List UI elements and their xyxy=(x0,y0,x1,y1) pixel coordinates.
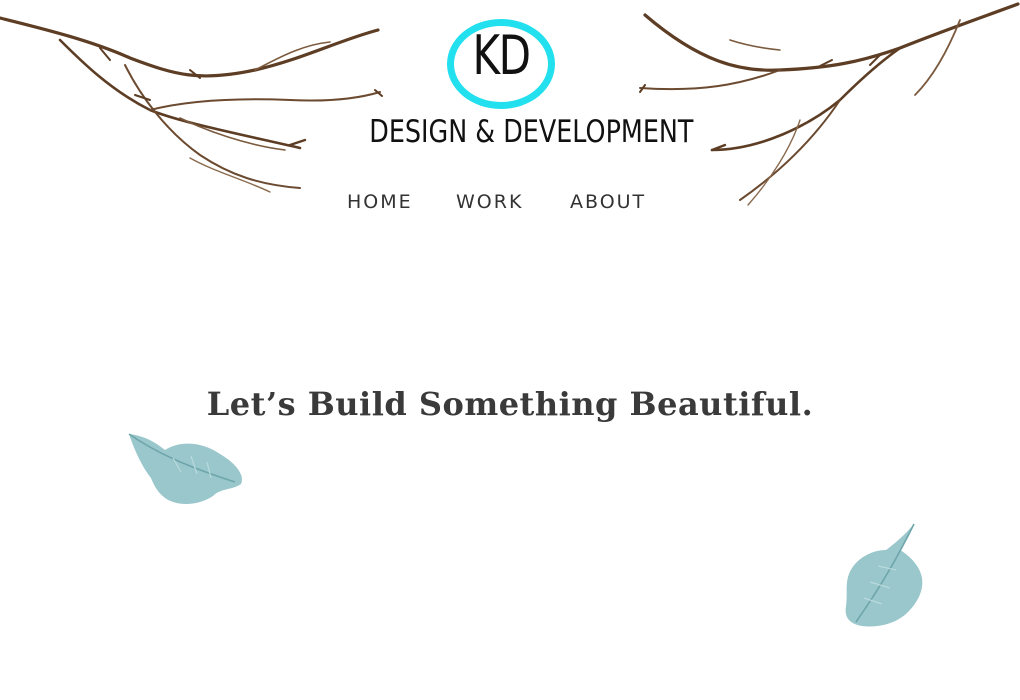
leaf-icon xyxy=(128,433,243,504)
hero-headline: Let’s Build Something Beautiful. xyxy=(206,385,814,424)
left-branch-icon xyxy=(0,16,380,78)
leaf-icon xyxy=(845,523,923,627)
logo-monogram: KD xyxy=(472,24,531,87)
nav-work-link[interactable]: WORK xyxy=(449,188,563,218)
main-nav: HOME WORK ABOUT xyxy=(340,188,677,218)
site-logo[interactable]: KD DESIGN & DEVELOPMENT xyxy=(340,14,694,164)
nav-home-link[interactable]: HOME xyxy=(340,188,449,218)
nav-about-link[interactable]: ABOUT xyxy=(563,188,677,218)
logo-tagline: DESIGN & DEVELOPMENT xyxy=(369,114,694,150)
